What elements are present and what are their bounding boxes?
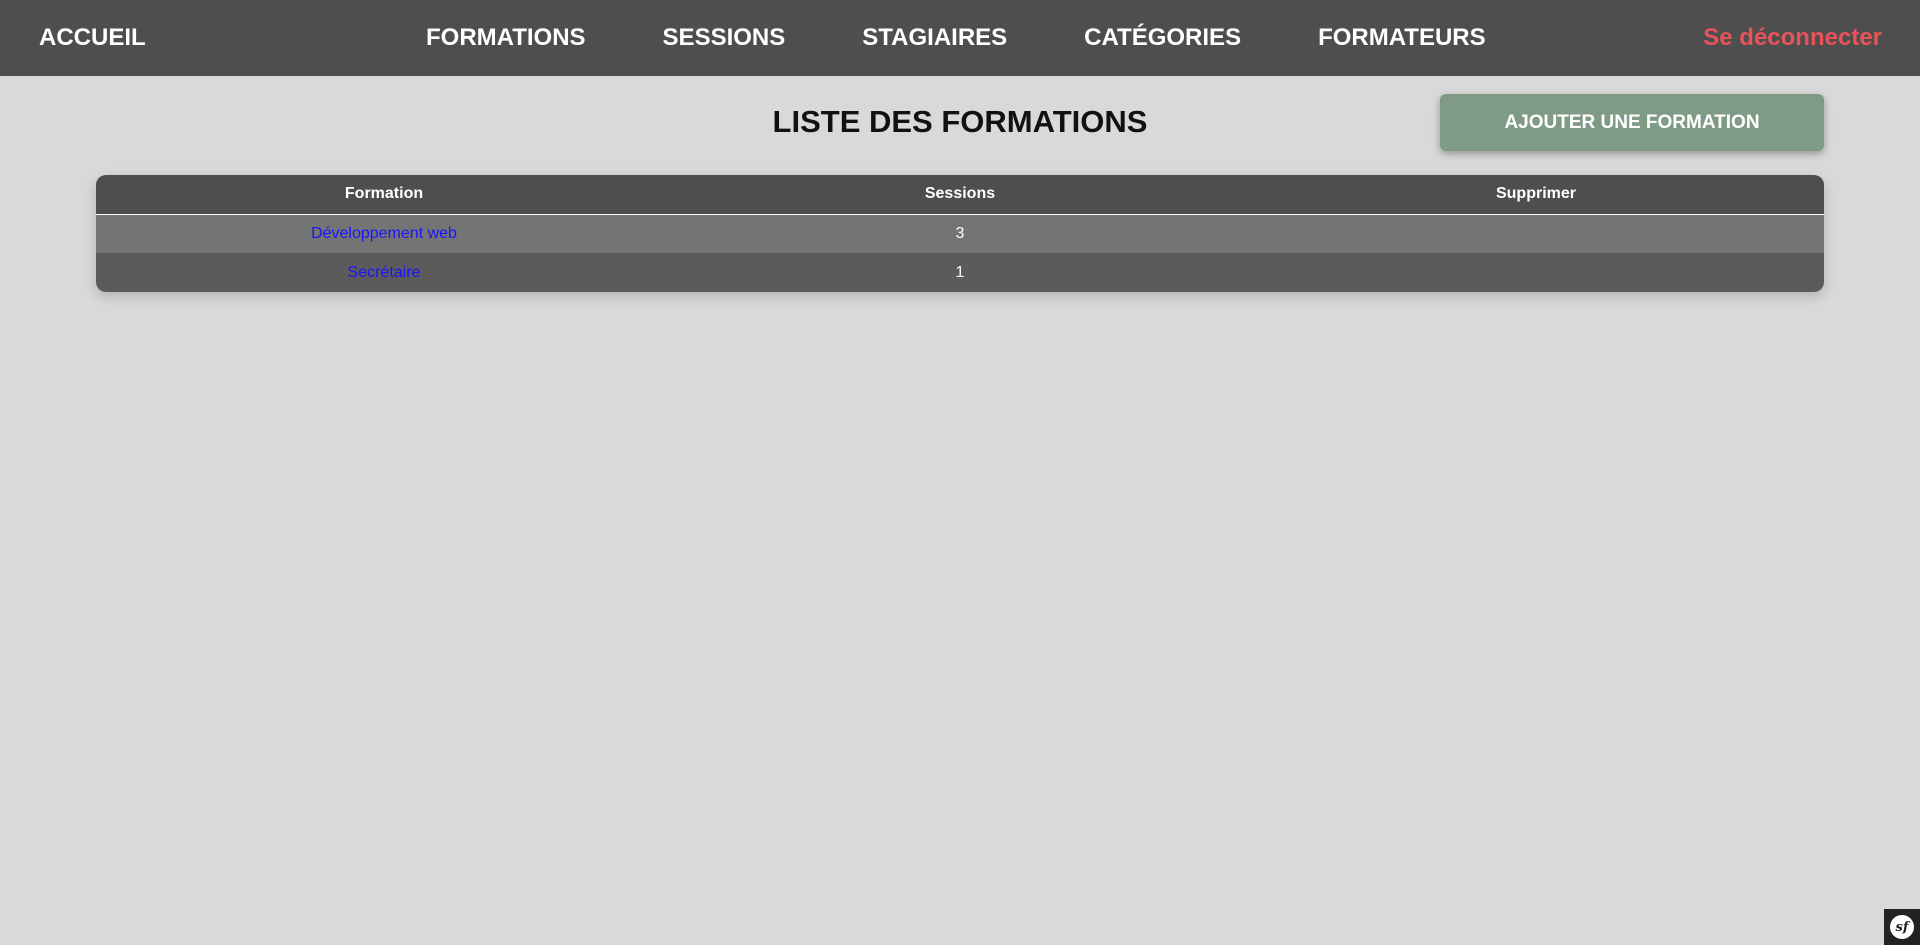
top-navbar: ACCUEIL FORMATIONS SESSIONS STAGIAIRES C… <box>0 0 1920 76</box>
nav-item-stagiaires[interactable]: STAGIAIRES <box>862 0 1007 76</box>
column-header-supprimer: Supprimer <box>1248 175 1824 215</box>
table-row: Secrétaire 1 <box>96 253 1824 292</box>
formation-cell: Secrétaire <box>96 253 672 292</box>
nav-main-menu: FORMATIONS SESSIONS STAGIAIRES CATÉGORIE… <box>426 0 1486 76</box>
table-row: Développement web 3 <box>96 214 1824 253</box>
symfony-logo-icon: sf <box>1890 915 1914 939</box>
nav-item-categories[interactable]: CATÉGORIES <box>1084 0 1241 76</box>
table-body: Développement web 3 Secrétaire 1 <box>96 214 1824 292</box>
nav-item-sessions[interactable]: SESSIONS <box>663 0 786 76</box>
nav-home-link[interactable]: ACCUEIL <box>39 0 146 76</box>
formations-table-container: Formation Sessions Supprimer Développeme… <box>96 175 1824 292</box>
nav-item-formations[interactable]: FORMATIONS <box>426 0 586 76</box>
delete-cell[interactable] <box>1248 253 1824 292</box>
nav-item-formateurs[interactable]: FORMATEURS <box>1318 0 1486 76</box>
sessions-count-cell: 1 <box>955 263 965 281</box>
column-header-formation: Formation <box>96 175 672 215</box>
formations-table: Formation Sessions Supprimer Développeme… <box>96 175 1824 292</box>
column-header-sessions: Sessions <box>672 175 1248 215</box>
formation-link[interactable]: Développement web <box>311 225 457 242</box>
logout-link[interactable]: Se déconnecter <box>1703 0 1882 76</box>
sessions-count-cell: 3 <box>955 224 965 242</box>
symfony-debug-toolbar-toggle[interactable]: sf <box>1884 909 1920 945</box>
table-header-row: Formation Sessions Supprimer <box>96 175 1824 215</box>
table-header: Formation Sessions Supprimer <box>96 175 1824 215</box>
delete-cell[interactable] <box>1248 214 1824 253</box>
formation-link[interactable]: Secrétaire <box>348 264 421 281</box>
add-formation-button[interactable]: AJOUTER UNE FORMATION <box>1440 94 1824 151</box>
formation-cell: Développement web <box>96 214 672 253</box>
